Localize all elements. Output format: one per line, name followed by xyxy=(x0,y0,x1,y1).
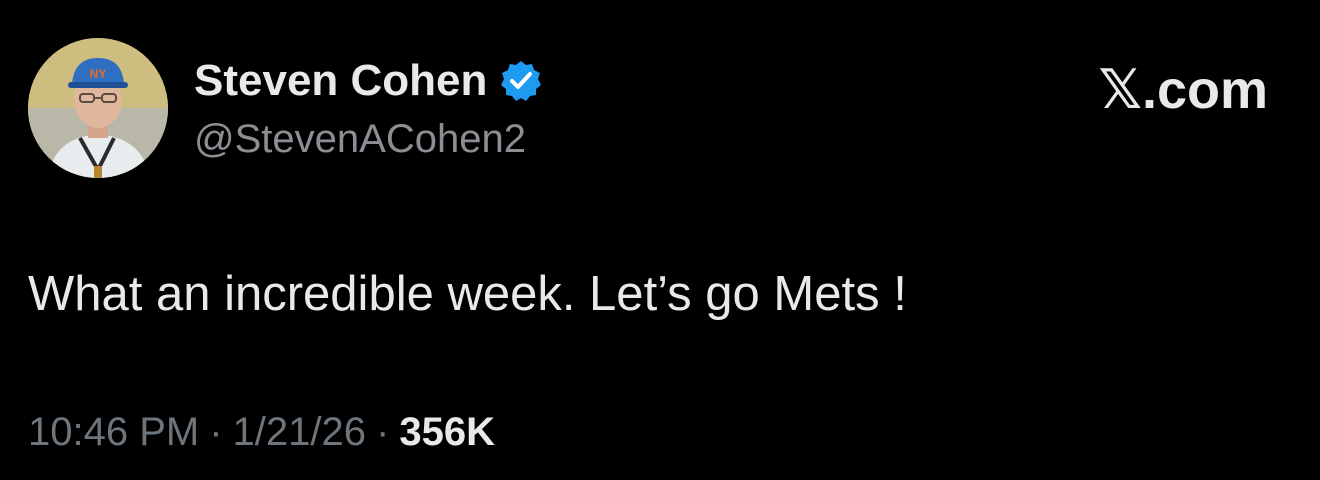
author-display-name[interactable]: Steven Cohen xyxy=(194,56,543,106)
display-name-text: Steven Cohen xyxy=(194,56,488,105)
tweet-meta: 10:46 PM · 1/21/26 · 356K xyxy=(28,410,495,455)
brand-logo: 𝕏.com xyxy=(1098,60,1268,120)
tweet-text: What an incredible week. Let’s go Mets ! xyxy=(28,267,907,321)
tweet-time[interactable]: 10:46 PM xyxy=(28,410,199,455)
view-count: 356K xyxy=(399,410,495,454)
profile-photo: NY xyxy=(28,38,168,178)
meta-separator: · xyxy=(376,410,390,454)
avatar[interactable]: NY xyxy=(28,38,168,178)
author-handle[interactable]: @StevenACohen2 xyxy=(194,117,526,162)
verified-badge-icon[interactable] xyxy=(499,59,543,103)
meta-separator: · xyxy=(209,410,223,454)
svg-text:NY: NY xyxy=(90,67,107,81)
tweet-date[interactable]: 1/21/26 xyxy=(233,410,366,455)
